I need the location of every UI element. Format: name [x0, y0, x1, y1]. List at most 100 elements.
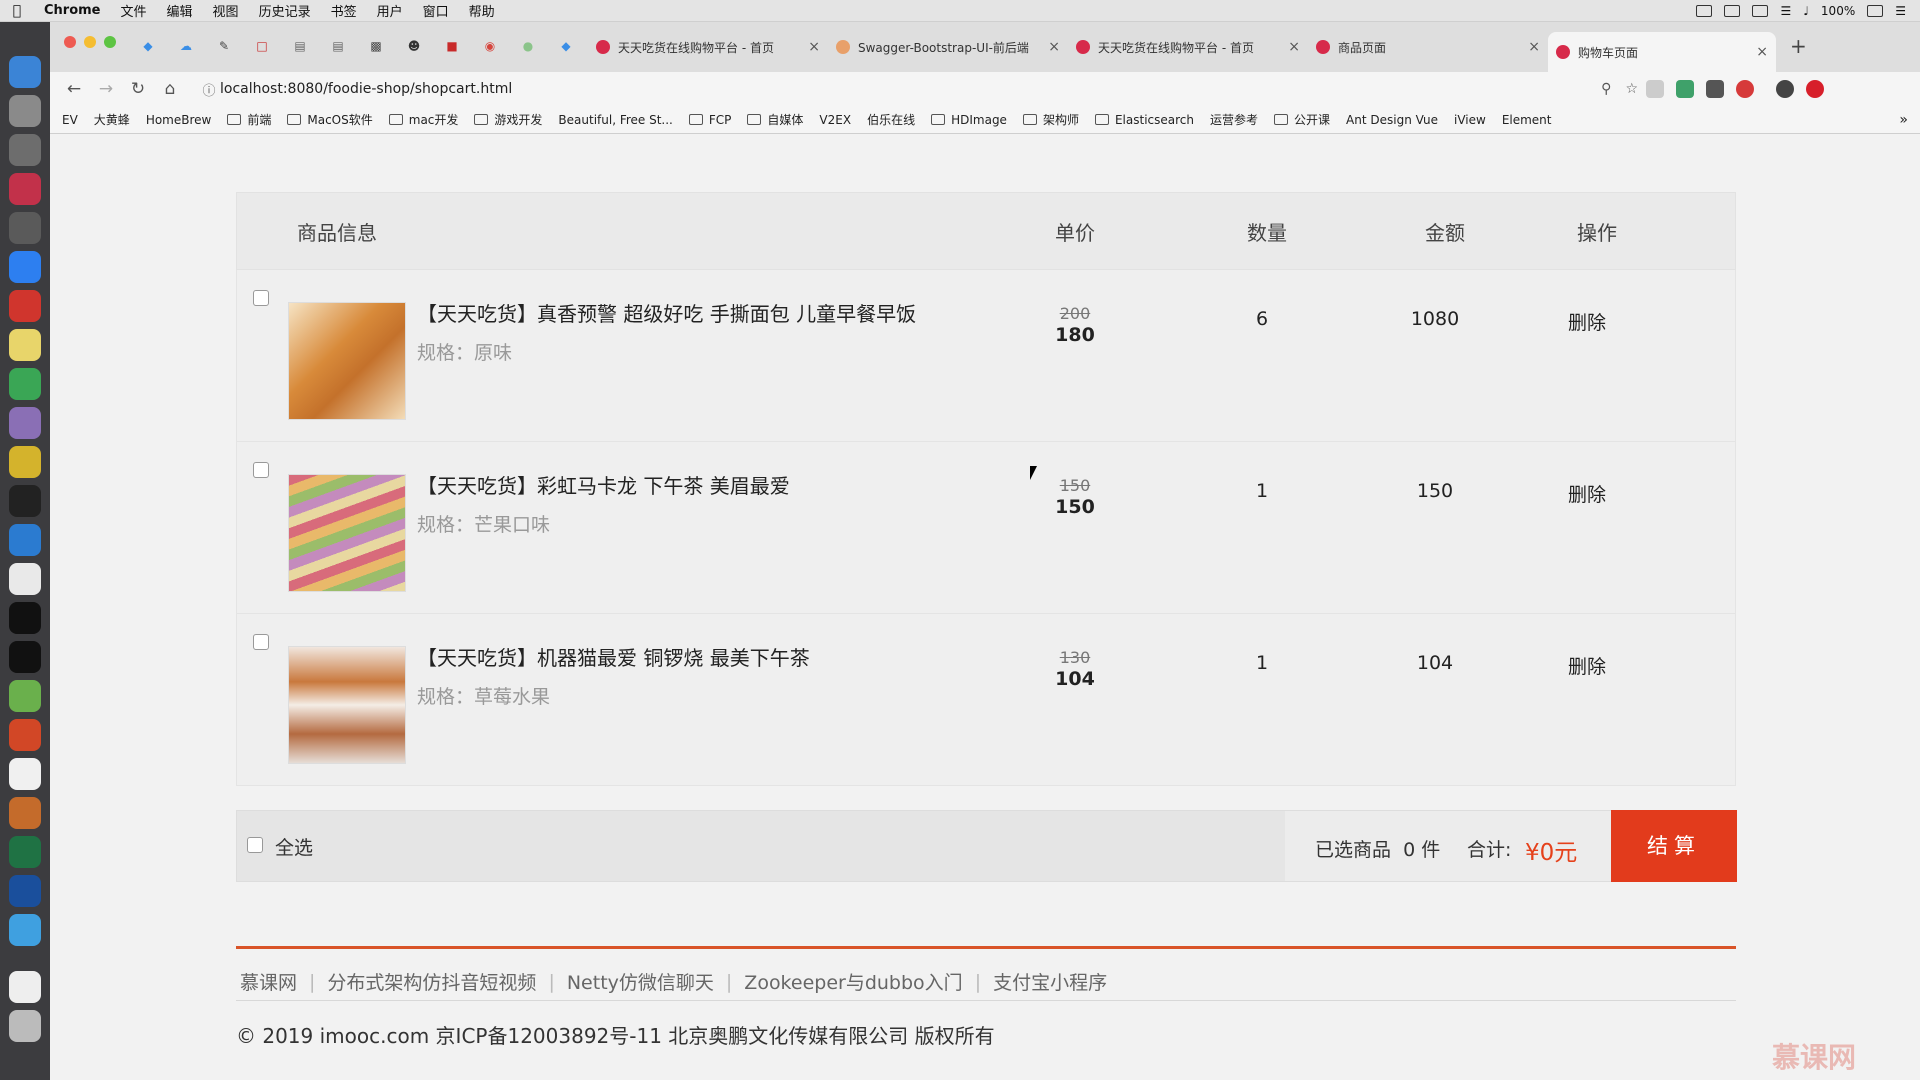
system-preferences-icon[interactable] — [9, 134, 41, 166]
tab-home-2[interactable]: 天天吃货在线购物平台 - 首页 × — [1068, 32, 1308, 62]
pinned-tab-12-icon[interactable]: ◆ — [556, 36, 576, 56]
chrome-icon[interactable] — [9, 563, 41, 595]
tab-home-1[interactable]: 天天吃货在线购物平台 - 首页 × — [588, 32, 828, 62]
bookmark-item[interactable]: Beautiful, Free St... — [558, 113, 672, 127]
menu-edit[interactable]: 编辑 — [157, 1, 203, 20]
address-bar[interactable]: ⓘ localhost:8080/foodie-shop/shopcart.ht… — [198, 75, 1638, 103]
apple-icon[interactable]:  — [0, 3, 34, 19]
media-icon[interactable] — [9, 407, 41, 439]
menu-history[interactable]: 历史记录 — [249, 1, 321, 20]
bookmark-star-icon[interactable]: ☆ — [1625, 81, 1638, 97]
select-all-checkbox[interactable] — [247, 837, 263, 853]
bookmarks-overflow-icon[interactable]: » — [1899, 112, 1920, 128]
item-checkbox[interactable] — [253, 290, 269, 306]
pinned-tab-5-icon[interactable]: ▤ — [290, 36, 310, 56]
menu-icon[interactable] — [1806, 80, 1824, 98]
item-checkbox[interactable] — [253, 462, 269, 478]
quicktime-icon[interactable] — [9, 875, 41, 907]
bookmark-item[interactable]: Ant Design Vue — [1346, 113, 1438, 127]
qq-icon[interactable] — [9, 602, 41, 634]
terminal-icon[interactable] — [9, 485, 41, 517]
menu-window[interactable]: 窗口 — [413, 1, 459, 20]
close-tab-icon[interactable]: × — [1756, 44, 1768, 60]
app-store-icon[interactable] — [9, 251, 41, 283]
minimize-window-button[interactable] — [84, 36, 96, 48]
mail-icon[interactable] — [9, 290, 41, 322]
battery-icon[interactable] — [1867, 4, 1884, 17]
item-checkbox[interactable] — [253, 634, 269, 650]
pinned-tab-2-icon[interactable]: ☁ — [176, 36, 196, 56]
keynote-icon[interactable] — [9, 758, 41, 790]
bookmark-folder[interactable]: 前端 — [227, 111, 271, 128]
footer-link[interactable]: 分布式架构仿抖音短视频 — [315, 968, 548, 995]
grid-icon[interactable] — [1724, 4, 1741, 17]
menu-app-name[interactable]: Chrome — [34, 3, 111, 18]
home-icon[interactable]: ⌂ — [154, 79, 186, 99]
tab-product[interactable]: 商品页面 × — [1308, 32, 1548, 62]
menu-view[interactable]: 视图 — [203, 1, 249, 20]
wifi-icon[interactable]: ☰ — [1780, 4, 1791, 18]
monitor-icon[interactable] — [9, 212, 41, 244]
bookmark-folder[interactable]: Elasticsearch — [1094, 113, 1194, 127]
pinned-tab-3-icon[interactable]: ✎ — [214, 36, 234, 56]
bookmark-folder[interactable]: mac开发 — [388, 111, 458, 128]
bookmark-item[interactable]: 运营参考 — [1210, 111, 1258, 128]
shield-extension-icon[interactable] — [1646, 80, 1664, 98]
photos-icon[interactable] — [9, 797, 41, 829]
evernote-icon[interactable] — [9, 368, 41, 400]
calendar-icon[interactable] — [1752, 4, 1769, 17]
battery-text[interactable]: 100% — [1821, 4, 1855, 18]
reload-icon[interactable]: ↻ — [122, 79, 154, 99]
bookmark-item[interactable]: iView — [1454, 113, 1486, 127]
bookmark-item[interactable]: HomeBrew — [146, 113, 212, 127]
pinned-tab-6-icon[interactable]: ▤ — [328, 36, 348, 56]
menu-help[interactable]: 帮助 — [459, 1, 505, 20]
profile-avatar[interactable] — [1776, 80, 1794, 98]
forward-icon[interactable]: → — [90, 79, 122, 99]
site-info-icon[interactable]: ⓘ — [198, 80, 220, 99]
document-icon[interactable] — [9, 971, 41, 1003]
bookmark-folder[interactable]: 游戏开发 — [474, 111, 542, 128]
checkout-button[interactable]: 结算 — [1611, 810, 1737, 882]
maximize-window-button[interactable] — [104, 36, 116, 48]
pinned-tab-11-icon[interactable]: ● — [518, 36, 538, 56]
intellij-icon[interactable] — [9, 173, 41, 205]
menu-list-icon[interactable]: ☰ — [1895, 4, 1906, 18]
delete-button[interactable]: 删除 — [1547, 308, 1627, 335]
pinned-tab-9-icon[interactable]: ■ — [442, 36, 462, 56]
pinned-tab-10-icon[interactable]: ◉ — [480, 36, 500, 56]
back-icon[interactable]: ← — [58, 79, 90, 99]
delete-button[interactable]: 删除 — [1547, 480, 1627, 507]
menu-user[interactable]: 用户 — [367, 1, 413, 20]
bookmark-item[interactable]: 大黄蜂 — [94, 111, 130, 128]
bookmark-item[interactable]: V2EX — [819, 113, 851, 127]
product-image-dorayaki[interactable] — [288, 646, 406, 764]
adblock-icon[interactable] — [1736, 80, 1754, 98]
tab-swagger[interactable]: Swagger-Bootstrap-UI-前后端 × — [828, 32, 1068, 62]
footer-link[interactable]: Zookeeper与dubbo入门 — [732, 968, 974, 995]
bookmark-folder[interactable]: 架构师 — [1022, 111, 1079, 128]
menu-file[interactable]: 文件 — [111, 1, 157, 20]
vscode-icon[interactable] — [9, 524, 41, 556]
menu-bookmarks[interactable]: 书签 — [321, 1, 367, 20]
screen-icon[interactable] — [1696, 4, 1713, 17]
close-tab-icon[interactable]: × — [1528, 39, 1540, 55]
extension-icon[interactable] — [1706, 80, 1724, 98]
bookmark-item[interactable]: EV — [62, 113, 78, 127]
wechat-icon[interactable] — [9, 680, 41, 712]
volume-icon[interactable]: ♩ — [1803, 4, 1809, 18]
delete-button[interactable]: 删除 — [1547, 652, 1627, 679]
finder-icon[interactable] — [9, 56, 41, 88]
product-image-macaron[interactable] — [288, 474, 406, 592]
new-tab-button[interactable]: + — [1790, 34, 1807, 58]
bookmark-folder[interactable]: MacOS软件 — [287, 111, 373, 128]
powerpoint-icon[interactable] — [9, 719, 41, 751]
bookmark-folder[interactable]: HDImage — [931, 113, 1007, 127]
address-text[interactable]: localhost:8080/foodie-shop/shopcart.html — [220, 81, 512, 97]
product-image-bread[interactable] — [288, 302, 406, 420]
pinned-tab-1-icon[interactable]: ◆ — [138, 36, 158, 56]
close-window-button[interactable] — [64, 36, 76, 48]
player-icon[interactable] — [9, 914, 41, 946]
bookmark-folder[interactable]: FCP — [688, 113, 731, 127]
zoom-icon[interactable]: ⚲ — [1601, 81, 1611, 97]
